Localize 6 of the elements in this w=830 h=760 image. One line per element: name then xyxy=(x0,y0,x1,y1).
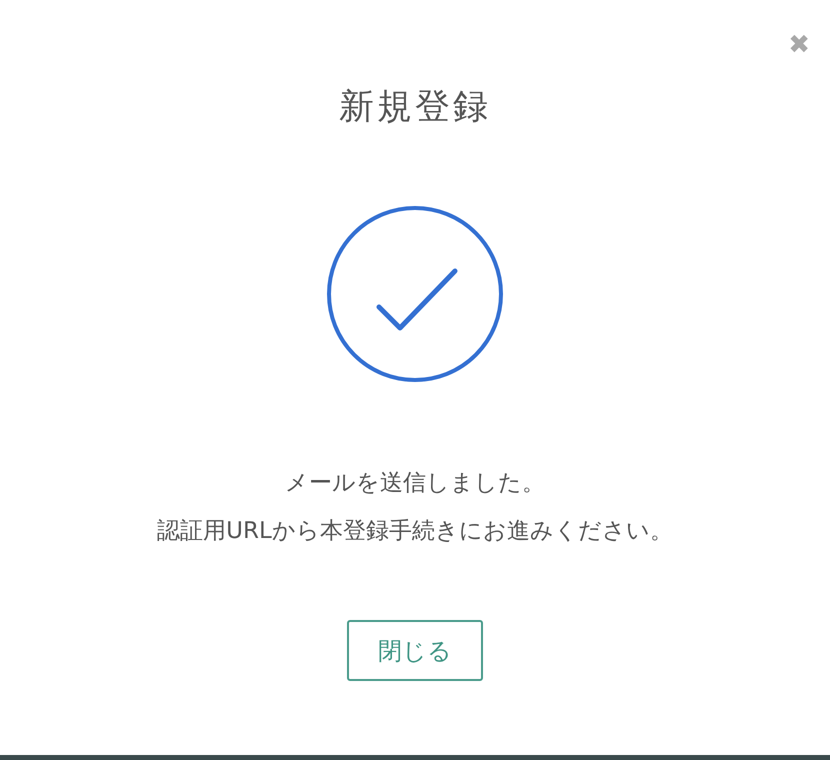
message-text: 認証用URLから本登録手続きにお進みください。 xyxy=(157,517,673,546)
check-circle-icon xyxy=(325,204,505,384)
close-dialog-button[interactable]: 閉じる xyxy=(347,620,483,681)
message-text: メールを送信しました。 xyxy=(284,469,545,498)
close-button[interactable]: ✖ xyxy=(788,32,810,58)
dialog-title: 新規登録 xyxy=(339,86,491,129)
